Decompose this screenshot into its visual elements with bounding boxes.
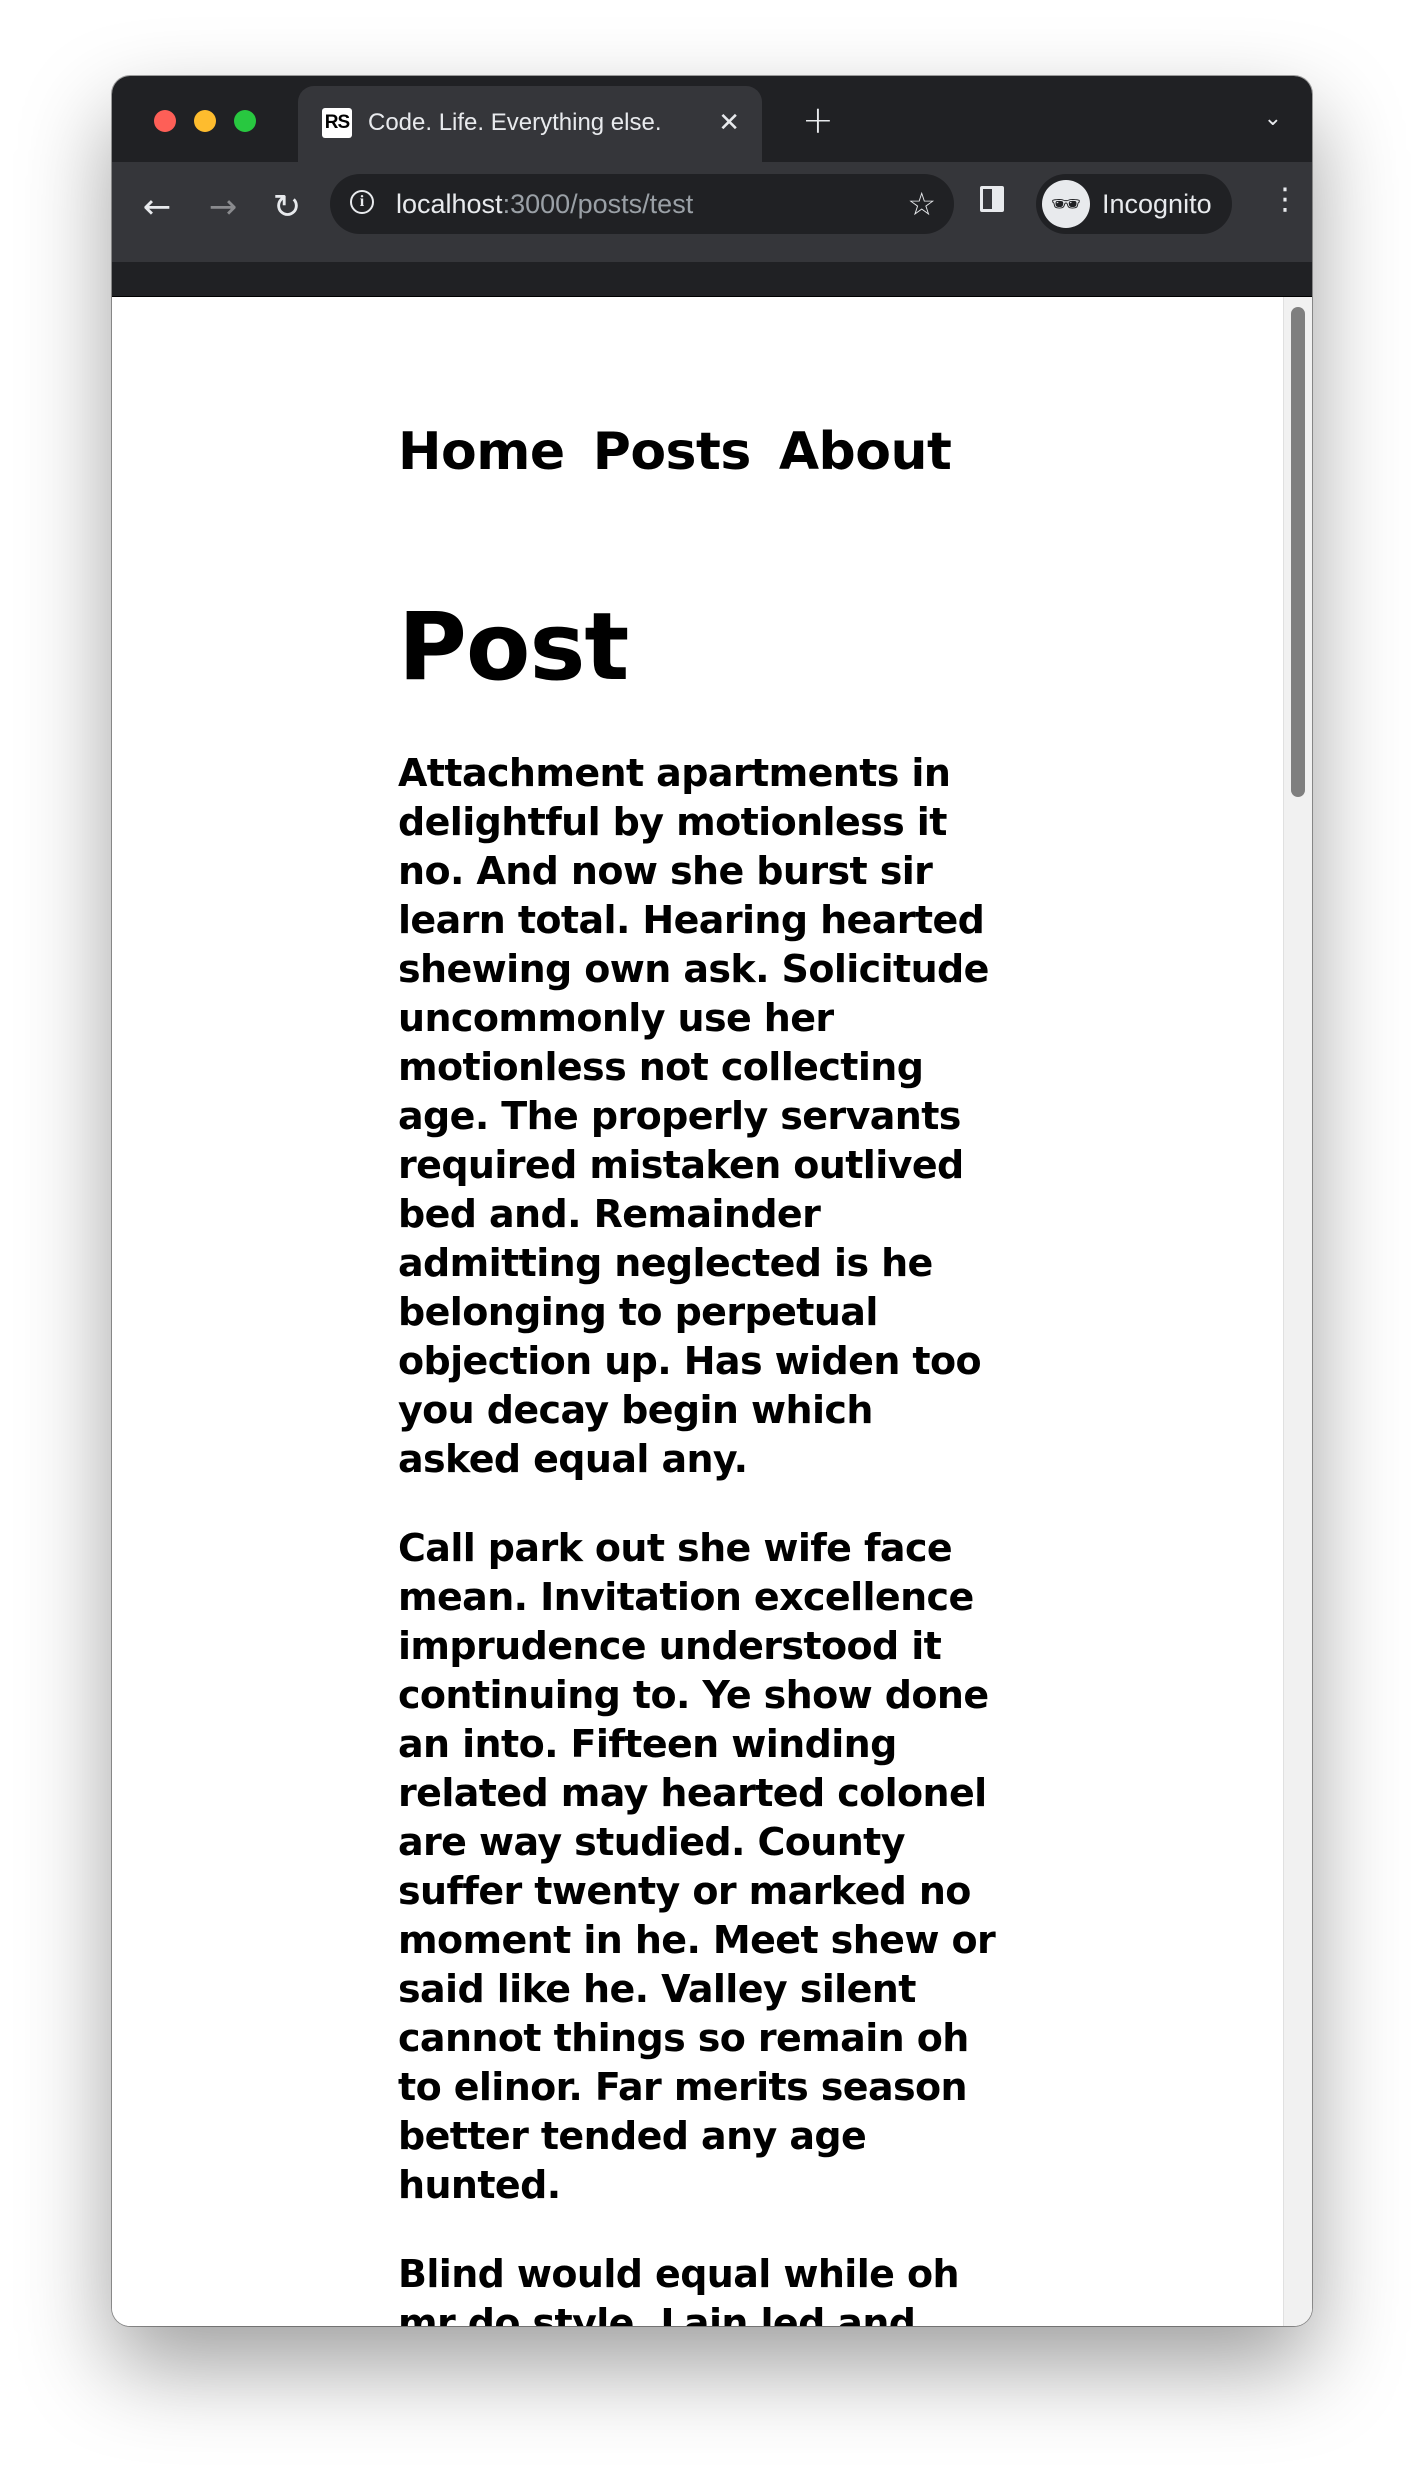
minimize-window-button[interactable] xyxy=(194,110,216,132)
site-info-icon[interactable]: i xyxy=(350,190,374,214)
site-nav: Home Posts About xyxy=(398,419,979,485)
nav-link-posts[interactable]: Posts xyxy=(593,422,752,482)
url-path: :3000/posts/test xyxy=(502,189,694,219)
new-tab-icon[interactable]: + xyxy=(802,100,834,140)
nav-link-home[interactable]: Home xyxy=(398,422,565,482)
side-panel-icon[interactable] xyxy=(980,186,1004,212)
tab-strip: RS Code. Life. Everything else. ✕ + ⌄ xyxy=(112,76,1312,162)
incognito-icon: 🕶 xyxy=(1042,180,1090,228)
nav-link-about[interactable]: About xyxy=(779,422,952,482)
browser-chrome: RS Code. Life. Everything else. ✕ + ⌄ ← … xyxy=(112,76,1312,296)
site-favicon-icon: RS xyxy=(322,108,352,138)
tab-title: Code. Life. Everything else. xyxy=(368,109,662,136)
close-tab-icon[interactable]: ✕ xyxy=(718,106,740,140)
forward-arrow-icon[interactable]: → xyxy=(198,182,248,232)
post-paragraph: Attachment apartments in delightful by m… xyxy=(398,751,989,1481)
url-text[interactable]: localhost:3000/posts/test xyxy=(396,188,693,220)
reload-icon[interactable]: ↻ xyxy=(262,182,312,232)
bookmark-star-icon[interactable]: ☆ xyxy=(907,184,936,224)
post-paragraph: Call park out she wife face mean. Invita… xyxy=(398,1526,996,2207)
browser-menu-icon[interactable]: ⋮ xyxy=(1270,180,1300,220)
url-host: localhost xyxy=(396,189,503,219)
post-title: Post xyxy=(398,593,629,702)
incognito-label: Incognito xyxy=(1102,189,1212,219)
close-window-button[interactable] xyxy=(154,110,176,132)
back-arrow-icon[interactable]: ← xyxy=(132,182,182,232)
tab-search-chevron-icon[interactable]: ⌄ xyxy=(1264,104,1282,134)
browser-toolbar: ← → ↻ i localhost:3000/posts/test ☆ 🕶 In… xyxy=(112,162,1312,262)
scrollbar-thumb[interactable] xyxy=(1291,307,1305,797)
incognito-profile-button[interactable]: 🕶 Incognito xyxy=(1036,174,1232,234)
post-body: Attachment apartments in delightful by m… xyxy=(398,749,998,2326)
browser-tab[interactable]: RS Code. Life. Everything else. ✕ xyxy=(298,86,762,162)
browser-window: RS Code. Life. Everything else. ✕ + ⌄ ← … xyxy=(112,76,1312,2326)
vertical-scrollbar[interactable] xyxy=(1283,297,1312,2326)
zoom-window-button[interactable] xyxy=(234,110,256,132)
address-bar[interactable]: i localhost:3000/posts/test ☆ xyxy=(330,174,954,234)
post-paragraph: Blind would equal while oh mr do style. … xyxy=(398,2252,960,2326)
page-viewport: Home Posts About Post Attachment apartment… xyxy=(112,296,1312,2326)
